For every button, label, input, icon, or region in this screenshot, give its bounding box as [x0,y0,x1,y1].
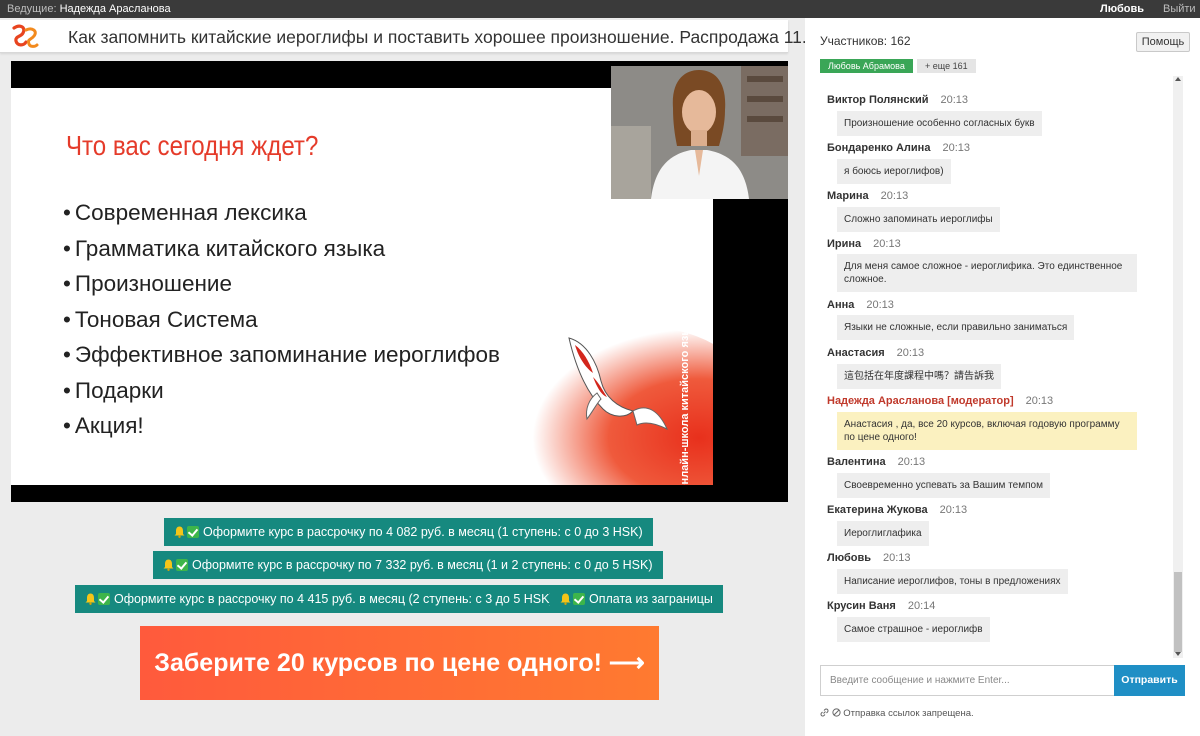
main-area: Как запомнить китайские иероглифы и пост… [0,18,825,736]
message-text: Анастасия , да, все 20 курсов, включая г… [837,412,1137,450]
author-name: Марина [827,190,869,202]
message-text: Иероглиглафика [837,521,929,546]
slide-item: Современная лексика [63,195,500,231]
slide-item: Подарки [63,373,500,409]
scroll-down-arrow-icon[interactable] [1175,652,1181,656]
author-name: Бондаренко Алина [827,142,931,154]
check-icon [176,559,188,571]
speaker-webcam [611,66,788,199]
links-forbidden-note: Отправка ссылок запрещена. [820,708,974,719]
koi-fish-icon [568,337,669,431]
message-time: 20:13 [880,190,909,202]
logout-link[interactable]: Выйти [1163,0,1196,18]
links-note-text: Отправка ссылок запрещена. [843,708,974,719]
offer-button-foreign-payment[interactable]: Оплата из заграницы [550,585,723,613]
school-logo-icon [12,24,39,48]
slide-item: Тоновая Система [63,302,500,338]
bell-icon [174,526,185,538]
current-user[interactable]: Любовь [1100,0,1144,18]
message-input[interactable] [820,665,1115,696]
chat-scrollbar[interactable] [1173,76,1183,658]
offer-label: Оформите курс в рассрочку по 7 332 руб. … [192,558,653,572]
message-time: 20:13 [896,347,925,359]
author-name: Екатерина Жукова [827,504,928,516]
message-time: 20:13 [866,299,894,311]
host-info: Ведущие: Надежда Арасланова [7,0,171,18]
message-text: Самое страшное - иероглифв [837,617,990,642]
author-name: Надежда Арасланова [модератор] [827,395,1014,407]
message-time: 20:13 [883,552,911,564]
check-icon [573,593,585,605]
author-name: Валентина [827,456,886,468]
chat-panel: Участников: 162 Помощь Любовь Абрамова +… [805,18,1200,736]
message-text: Своевременно успевать за Вашим темпом [837,473,1050,498]
message-time: 20:13 [873,238,901,250]
help-button[interactable]: Помощь [1136,32,1190,52]
participants-count: Участников: 162 [820,34,911,48]
offer-label: Оформите курс в рассрочку по 4 082 руб. … [203,525,643,539]
author-name: Анастасия [827,347,885,359]
offer-label: Оплата из заграницы [589,592,713,606]
message-time: 20:13 [942,142,970,154]
check-icon [98,593,110,605]
participant-tag[interactable]: Любовь Абрамова [820,59,913,73]
bell-icon [163,559,174,571]
message-time: 20:13 [1025,395,1054,407]
chat-messages[interactable]: Виктор Полянский 20:13 Произношение особе… [820,76,1175,658]
presentation-slide: Что вас сегодня ждет? Современная лексик… [11,88,713,485]
webinar-title: Как запомнить китайские иероглифы и пост… [68,27,825,47]
send-button[interactable]: Отправить [1114,665,1185,696]
offer-label: Оформите курс в рассрочку по 4 415 руб. … [114,592,554,606]
author-name: Крусин Ваня [827,600,896,612]
scroll-thumb[interactable] [1174,572,1182,652]
offer-button-2[interactable]: Оформите курс в рассрочку по 7 332 руб. … [153,551,663,579]
author-name: Анна [827,299,855,311]
offer-button-3[interactable]: Оформите курс в рассрочку по 4 415 руб. … [75,585,564,613]
host-label: Ведущие: [7,3,57,15]
link-icon [820,708,829,717]
offer-button-1[interactable]: Оформите курс в рассрочку по 4 082 руб. … [164,518,653,546]
bell-icon [560,593,571,605]
message-time: 20:13 [940,94,969,106]
host-name: Надежда Арасланова [59,3,171,15]
slide-item: Произношение [63,266,500,302]
message-text: Произношение особенно согласных букв [837,111,1042,136]
message-text: я боюсь иероглифов) [837,159,951,184]
more-participants-tag[interactable]: + еще 161 [917,59,976,73]
speaker-avatar [611,66,788,199]
webinar-title-bar: Как запомнить китайские иероглифы и пост… [0,20,825,53]
check-icon [187,526,199,538]
forbidden-icon [832,708,841,717]
message-text: 這包括在年度課程中嗎？請告訴我 [837,364,1001,389]
message-time: 20:13 [897,456,926,468]
message-text: Языки не сложные, если правильно занимат… [837,315,1075,340]
author-name: Ирина [827,238,862,250]
slide-item: Эффективное запоминание иероглифов [63,337,500,373]
slide-item: Грамматика китайского языка [63,231,500,267]
slide-item: Акция! [63,408,500,444]
slide-list: Современная лексика Грамматика китайског… [63,195,500,444]
slide-side-text: Онлайн-школа китайского языка [679,314,691,485]
cta-banner-button[interactable]: Заберите 20 курсов по цене одного! ⟶ [140,626,659,700]
video-player[interactable]: Что вас сегодня ждет? Современная лексик… [11,61,788,502]
message-time: 20:14 [907,600,936,612]
author-name: Виктор Полянский [827,94,929,106]
author-name: Любовь [827,552,872,564]
slide-heading: Что вас сегодня ждет? [66,130,319,161]
message-text: Написание иероглифов, тоны в предложения… [837,569,1068,594]
bell-icon [85,593,96,605]
message-time: 20:13 [939,504,968,516]
scroll-up-arrow-icon[interactable] [1175,77,1181,81]
top-bar: Ведущие: Надежда Арасланова Любовь Выйти [0,0,1200,18]
message-text: Сложно запоминать иероглифы [837,207,1000,232]
message-text: Для меня самое сложное - иероглифика. Эт… [837,254,1137,292]
